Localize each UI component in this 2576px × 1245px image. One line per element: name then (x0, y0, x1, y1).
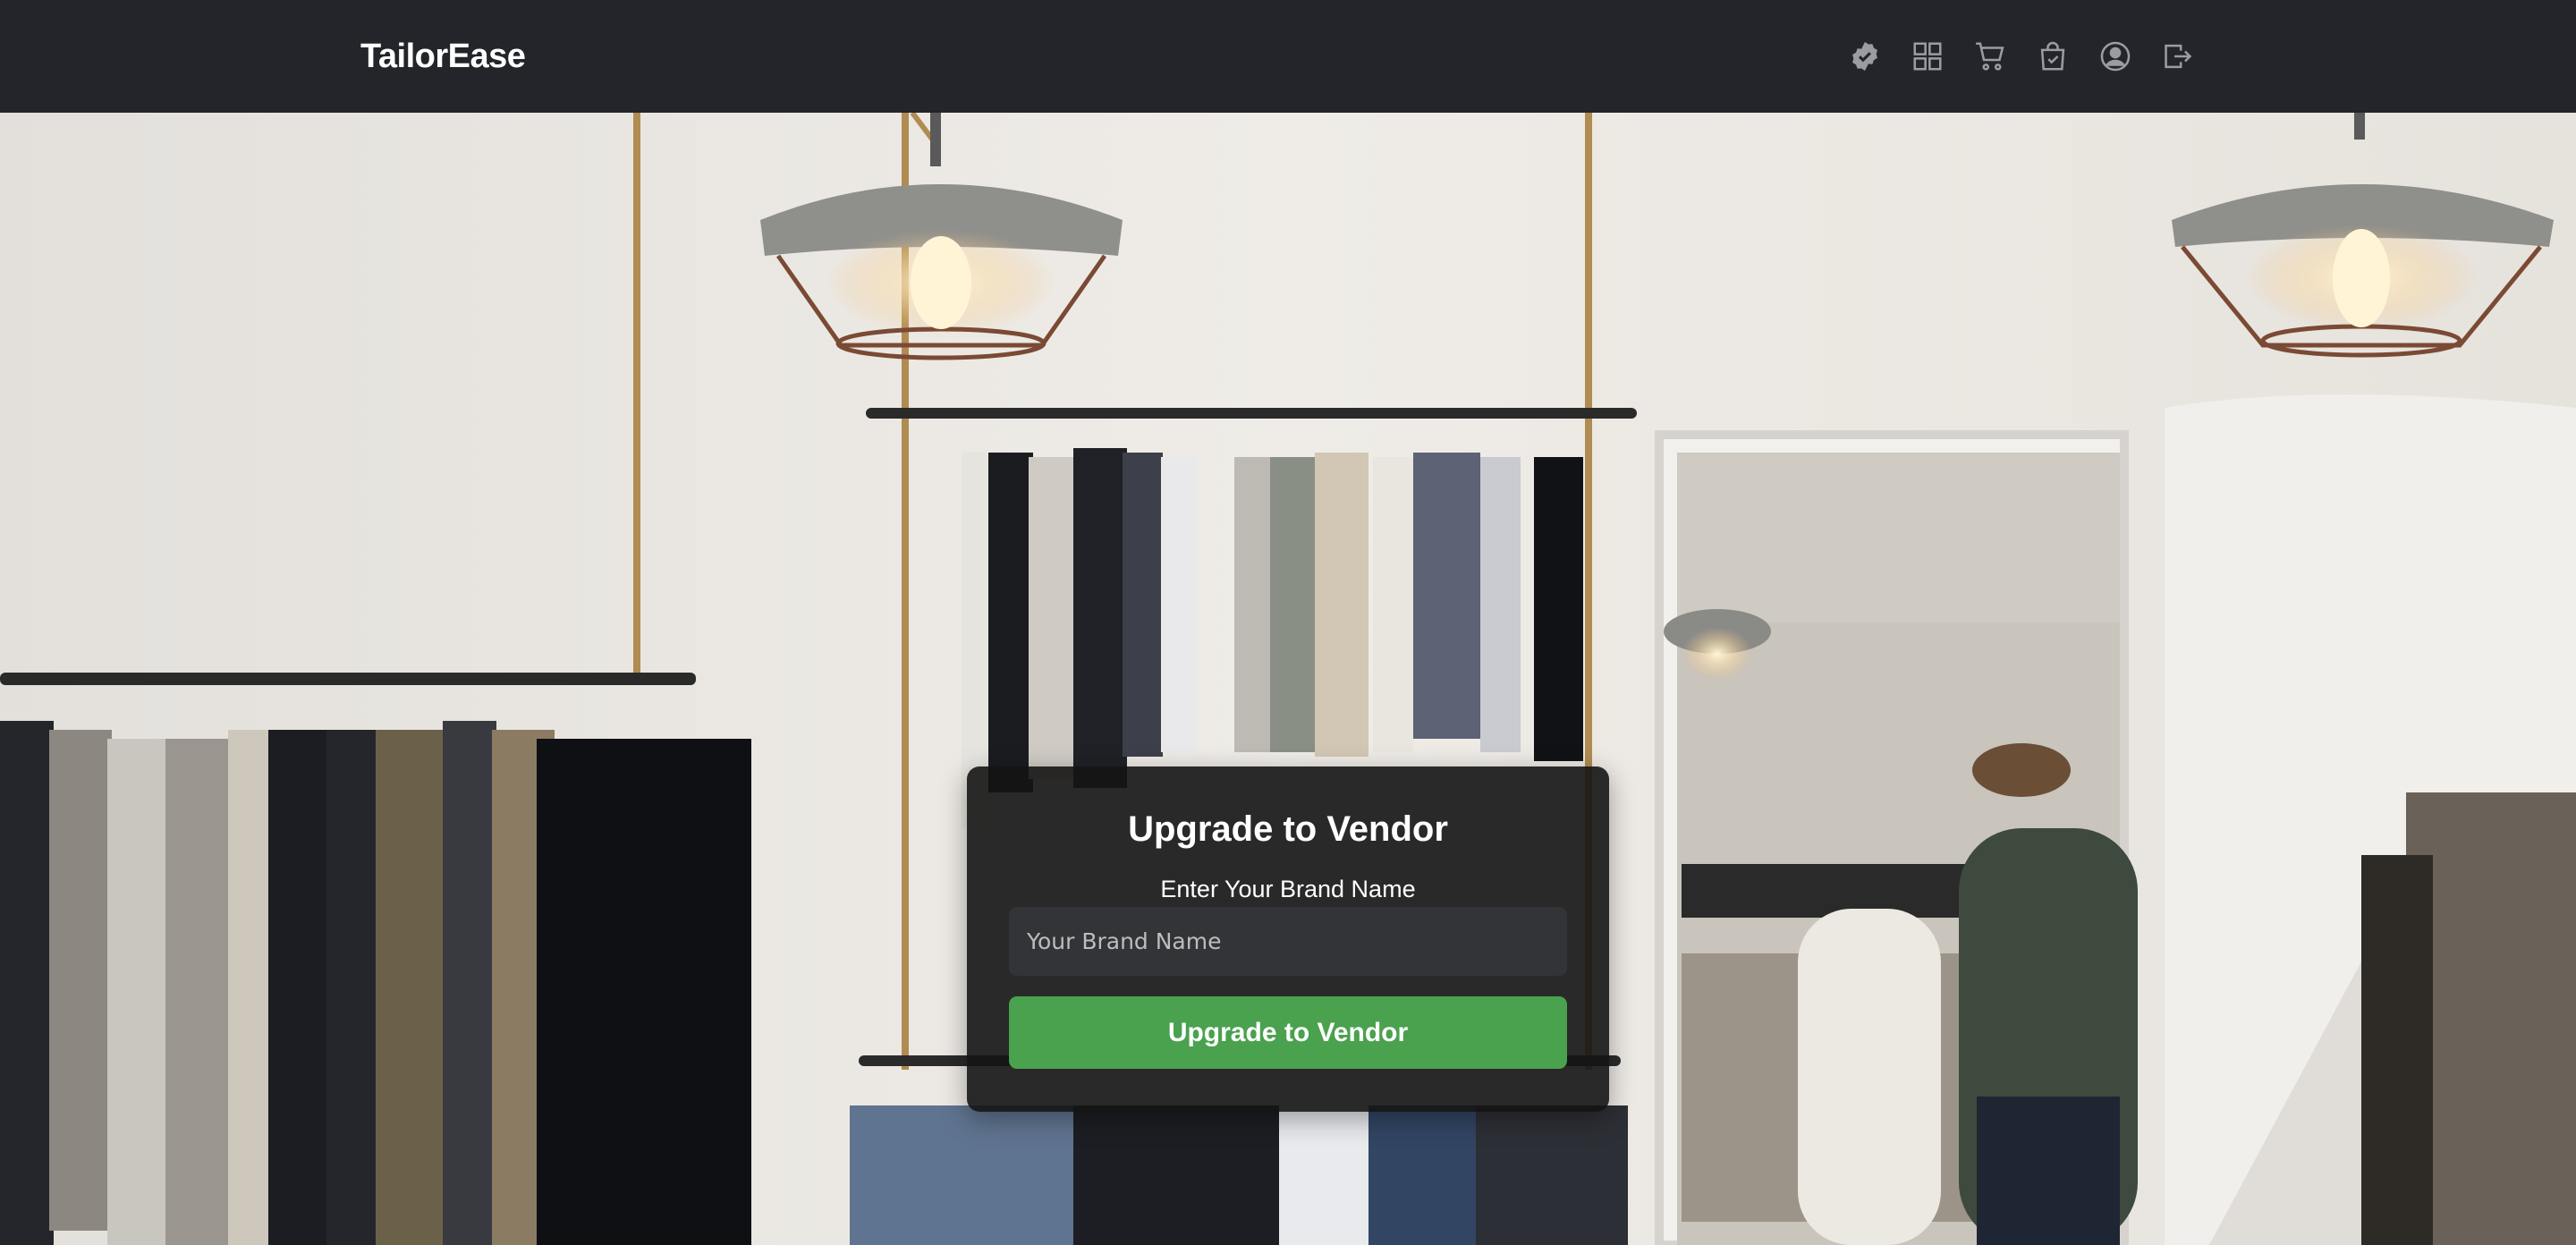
hero-clothing-store-background: Upgrade to Vendor Enter Your Brand Name … (0, 113, 2576, 1245)
logout-icon[interactable] (2156, 34, 2200, 79)
user-profile-icon[interactable] (2093, 34, 2138, 79)
shopping-bag-check-icon[interactable] (2030, 34, 2075, 79)
verified-badge-icon[interactable] (1843, 34, 1887, 79)
brand-name-label: Enter Your Brand Name (1160, 876, 1416, 902)
cart-icon[interactable] (1968, 34, 2012, 79)
grid-dashboard-icon[interactable] (1905, 34, 1950, 79)
brand-name-input[interactable] (1009, 907, 1567, 976)
brand-logo-link[interactable]: TailorEase (360, 34, 526, 79)
upgrade-to-vendor-button[interactable]: Upgrade to Vendor (1009, 996, 1567, 1069)
top-navbar: TailorEase (0, 0, 2576, 113)
upgrade-form-title: Upgrade to Vendor (1128, 809, 1448, 849)
upgrade-vendor-card: Upgrade to Vendor Enter Your Brand Name … (967, 766, 1609, 1112)
